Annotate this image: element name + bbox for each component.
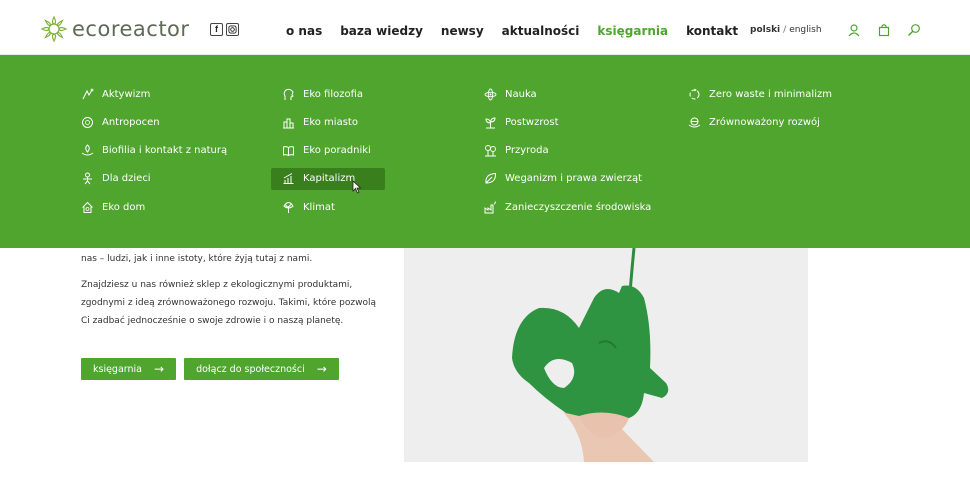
mouse-cursor-icon (352, 180, 362, 194)
menu-item-label: Dla dzieci (102, 173, 151, 185)
menu-item-zrownowazony-rozwoj[interactable]: Zrównoważony rozwój (677, 111, 846, 133)
menu-item-przyroda[interactable]: Przyroda (473, 140, 665, 162)
nav-newsy[interactable]: newsy (441, 24, 484, 38)
nav-baza-wiedzy[interactable]: baza wiedzy (340, 24, 423, 38)
menu-item-dla-dzieci[interactable]: Dla dzieci (70, 168, 241, 190)
factory-icon (484, 200, 496, 214)
main-nav: o nas baza wiedzy newsy aktualności księ… (286, 24, 756, 38)
intro-content: nas – ludzi, jak i inne istoty, które ży… (81, 250, 381, 338)
menu-item-eko-filozofia[interactable]: Eko filozofia (271, 83, 385, 105)
logo-text: ecoreactor (72, 17, 190, 41)
menu-item-aktywizm[interactable]: Aktywizm (70, 83, 241, 105)
instagram-icon[interactable] (226, 23, 239, 36)
arrow-right-icon: → (316, 362, 327, 376)
join-community-button-label: dołącz do społeczności (196, 363, 305, 375)
recycle-icon (689, 88, 700, 99)
menu-item-label: Nauka (505, 88, 537, 100)
menu-item-label: Zero waste i minimalizm (709, 88, 832, 100)
nav-aktualnosci[interactable]: aktualności (502, 24, 580, 38)
menu-item-biofilia[interactable]: Biofilia i kontakt z naturą (70, 140, 241, 162)
menu-item-label: Eko filozofia (303, 88, 364, 100)
site-header: ecoreactor f o nas baza wiedzy newsy akt… (0, 0, 970, 55)
bag-icon[interactable] (877, 23, 891, 42)
lang-polski[interactable]: polski (750, 25, 780, 35)
atom-icon (484, 88, 497, 100)
nav-o-nas[interactable]: o nas (286, 24, 322, 38)
nav-ksiegarnia[interactable]: księgarnia (597, 24, 668, 38)
hands-leaf-icon (81, 144, 94, 156)
facebook-icon[interactable]: f (210, 23, 223, 36)
menu-item-klimat[interactable]: Klimat (271, 196, 385, 218)
child-icon (83, 172, 92, 185)
menu-item-postwzrost[interactable]: Postwzrost (473, 111, 665, 133)
logo[interactable]: ecoreactor (40, 15, 190, 43)
arrow-right-icon: → (154, 362, 165, 376)
globe-icon (82, 116, 93, 128)
menu-item-label: Antropocen (102, 116, 160, 128)
menu-item-weganizm[interactable]: Weganizm i prawa zwierząt (473, 168, 665, 190)
menu-item-label: Przyroda (505, 145, 549, 157)
menu-item-nauka[interactable]: Nauka (473, 83, 665, 105)
menu-item-zanieczyszczenie[interactable]: Zanieczyszczenie środowiska (473, 196, 665, 218)
hero-photo (404, 248, 808, 462)
menu-item-label: Zanieczyszczenie środowiska (505, 201, 652, 213)
intro-paragraph-1: nas – ludzi, jak i inne istoty, które ży… (81, 254, 313, 264)
sprout-icon (485, 117, 496, 129)
book-icon (283, 146, 294, 157)
menu-item-eko-dom[interactable]: Eko dom (70, 196, 241, 218)
green-painted-hand-image (404, 248, 808, 462)
menu-item-zero-waste[interactable]: Zero waste i minimalizm (677, 83, 846, 105)
menu-item-label: Kapitalizm (303, 173, 356, 185)
head-leaf-icon (283, 88, 294, 100)
menu-item-label: Postwzrost (505, 116, 559, 128)
mega-menu: Aktywizm Antropocen Biofilia i kontakt z… (0, 55, 970, 248)
menu-item-label: Eko miasto (303, 116, 358, 128)
menu-column-1: Aktywizm Antropocen Biofilia i kontakt z… (70, 83, 241, 224)
menu-item-eko-poradniki[interactable]: Eko poradniki (271, 140, 385, 162)
menu-item-label: Aktywizm (102, 88, 151, 100)
menu-item-kapitalizm[interactable]: Kapitalizm (271, 167, 385, 190)
menu-item-label: Eko dom (102, 201, 146, 213)
bookstore-button[interactable]: księgarnia → (81, 358, 177, 380)
social-links: f (210, 23, 239, 36)
house-icon (82, 201, 93, 213)
leaf-icon (485, 173, 497, 184)
intro-paragraph-2: Znajdziesz u nas również sklep z ekologi… (81, 280, 376, 326)
search-icon[interactable] (907, 23, 921, 42)
menu-item-label: Zrównoważony rozwój (709, 116, 820, 128)
menu-item-eko-miasto[interactable]: Eko miasto (271, 111, 385, 133)
nature-icon (485, 145, 496, 157)
chart-icon (283, 173, 294, 185)
menu-item-antropocen[interactable]: Antropocen (70, 111, 241, 133)
menu-column-2: Eko filozofia Eko miasto Eko poradniki K… (271, 83, 385, 224)
earth-hands-icon (688, 117, 701, 128)
logo-icon (40, 15, 68, 43)
join-community-button[interactable]: dołącz do społeczności → (184, 358, 339, 380)
menu-item-label: Klimat (303, 201, 335, 213)
nav-kontakt[interactable]: kontakt (686, 24, 738, 38)
bookstore-button-label: księgarnia (93, 363, 143, 375)
menu-item-label: Biofilia i kontakt z naturą (102, 145, 228, 157)
menu-item-label: Weganizm i prawa zwierząt (505, 173, 643, 185)
language-switcher: polski / english (750, 25, 822, 35)
menu-column-4: Zero waste i minimalizm Zrównoważony roz… (677, 83, 846, 140)
lang-english[interactable]: english (789, 25, 821, 35)
tree-icon (283, 201, 294, 213)
cta-buttons: księgarnia → dołącz do społeczności → (81, 358, 339, 380)
user-icon[interactable] (847, 23, 861, 42)
lang-separator: / (783, 25, 787, 35)
city-icon (283, 118, 294, 129)
menu-item-label: Eko poradniki (303, 145, 371, 157)
menu-column-3: Nauka Postwzrost Przyroda Weganizm i pra… (473, 83, 665, 224)
activism-icon (82, 88, 94, 99)
